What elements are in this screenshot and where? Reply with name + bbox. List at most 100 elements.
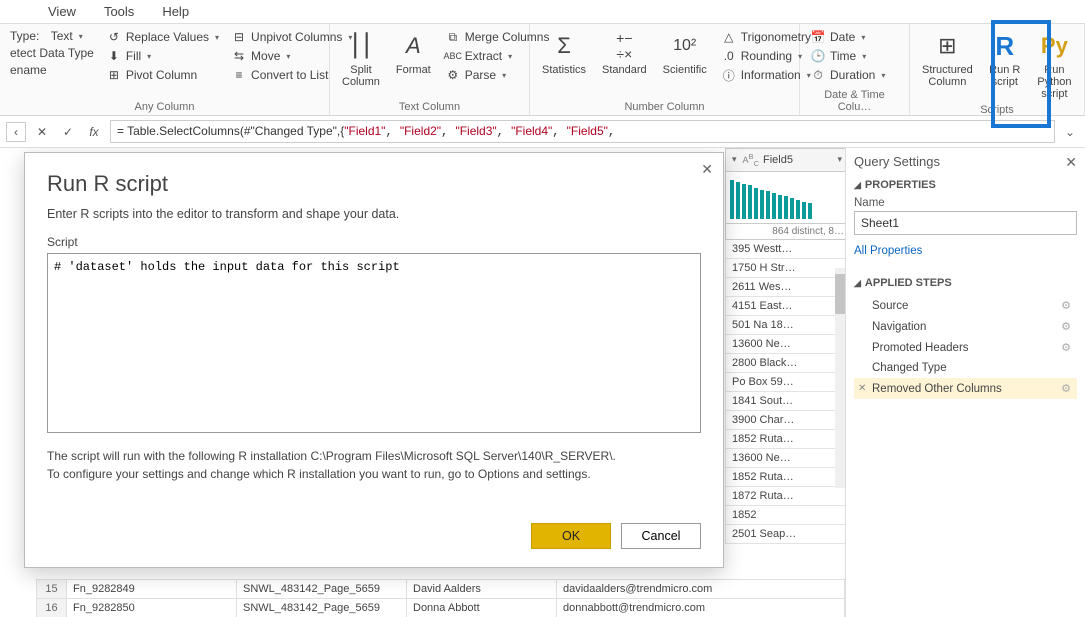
vertical-scrollbar[interactable] [835, 268, 845, 488]
cell[interactable]: 2611 Wes… [725, 278, 845, 297]
all-properties-link[interactable]: All Properties [854, 245, 922, 257]
applied-steps-header[interactable]: ◢APPLIED STEPS [854, 277, 1077, 289]
list-icon: ≡ [231, 67, 247, 83]
move-icon: ⇆ [231, 48, 247, 64]
time-button[interactable]: 🕒Time▾ [806, 47, 889, 65]
column-name: Field5 [763, 154, 793, 166]
structured-icon: ⊞ [931, 30, 963, 62]
properties-section-header[interactable]: ◢PROPERTIES [854, 179, 1077, 191]
ok-button[interactable]: OK [531, 523, 611, 549]
run-r-script-button[interactable]: RRun R script [983, 28, 1027, 102]
type-icon: ABC [743, 152, 759, 168]
cell[interactable]: 2800 Black… [725, 354, 845, 373]
table-row[interactable]: 16Fn_9282850SNWL_483142_Page_5659Donna A… [37, 599, 845, 617]
dialog-info: The script will run with the following R… [47, 447, 701, 483]
replace-icon: ↺ [106, 29, 122, 45]
close-dialog-button[interactable]: ✕ [701, 161, 713, 178]
cell[interactable]: 1872 Ruta… [725, 487, 845, 506]
formula-input[interactable]: = Table.SelectColumns(#"Changed Type",{"… [110, 120, 1055, 143]
duration-icon: ⏱ [810, 67, 826, 83]
rename-button[interactable]: ename [6, 62, 98, 78]
ribbon-group-scripts: ⊞Structured Column RRun R script PyRun P… [910, 24, 1085, 115]
name-label: Name [854, 197, 1077, 209]
caret-icon: ◢ [854, 278, 861, 289]
column-header[interactable]: ▾ ABC Field5 ▾ [725, 148, 845, 172]
cell[interactable]: 2501 Seap… [725, 525, 845, 544]
applied-steps-list: Source⚙Navigation⚙Promoted Headers⚙Chang… [854, 295, 1077, 399]
ribbon-group-label: Date & Time Colu… [806, 87, 903, 113]
duration-button[interactable]: ⏱Duration▾ [806, 66, 889, 84]
scientific-button[interactable]: 10²Scientific [657, 28, 713, 99]
ribbon-group-label: Scripts [916, 102, 1078, 116]
panel-title: Query Settings [854, 154, 1077, 169]
menu-view[interactable]: View [48, 4, 76, 19]
r-icon: R [989, 30, 1021, 62]
query-name-input[interactable] [854, 211, 1077, 235]
replace-values-button[interactable]: ↺Replace Values▾ [102, 28, 223, 46]
accept-formula-button[interactable]: ✓ [58, 122, 78, 142]
menu-bar: View Tools Help [0, 0, 1085, 24]
fill-button[interactable]: ⬇Fill▾ [102, 47, 223, 65]
ribbon-group-label: Number Column [536, 99, 793, 113]
column-filter-icon[interactable]: ▾ [732, 154, 737, 165]
applied-step[interactable]: Changed Type [854, 358, 1077, 378]
standard-icon: +−÷× [608, 30, 640, 62]
run-python-script-button[interactable]: PyRun Python script [1031, 28, 1078, 102]
detect-data-type-button[interactable]: etect Data Type [6, 45, 98, 61]
menu-tools[interactable]: Tools [104, 4, 134, 19]
close-panel-button[interactable]: ✕ [1065, 154, 1077, 171]
info-icon: ⓘ [721, 67, 737, 83]
cell[interactable]: 1852 Ruta… [725, 430, 845, 449]
applied-step[interactable]: Navigation⚙ [854, 316, 1077, 337]
applied-step[interactable]: Removed Other Columns⚙ [854, 378, 1077, 399]
data-grid: 15Fn_9282849SNWL_483142_Page_5659David A… [36, 579, 845, 617]
gear-icon[interactable]: ⚙ [1061, 320, 1071, 333]
pivot-column-button[interactable]: ⊞Pivot Column [102, 66, 223, 84]
cell[interactable]: 4151 East… [725, 297, 845, 316]
fx-button[interactable]: fx [84, 122, 104, 142]
column-sort-icon[interactable]: ▾ [837, 154, 842, 165]
table-row[interactable]: 15Fn_9282849SNWL_483142_Page_5659David A… [37, 580, 845, 599]
cell[interactable]: 501 Na 18… [725, 316, 845, 335]
gear-icon[interactable]: ⚙ [1061, 341, 1071, 354]
script-textarea[interactable] [47, 253, 701, 433]
data-type-button[interactable]: Type: Text▾ [6, 28, 98, 44]
statistics-button[interactable]: ΣStatistics [536, 28, 592, 99]
standard-button[interactable]: +−÷×Standard [596, 28, 653, 99]
cell[interactable]: 1841 Sout… [725, 392, 845, 411]
expand-formula-button[interactable]: ⌄ [1061, 125, 1079, 139]
cell[interactable]: 1852 [725, 506, 845, 525]
ribbon-group-label: Text Column [336, 99, 523, 113]
ribbon-group-label: Any Column [6, 99, 323, 113]
split-column-button[interactable]: ⎮⎮ Split Column [336, 28, 386, 99]
split-icon: ⎮⎮ [345, 30, 377, 62]
cell[interactable]: Po Box 59… [725, 373, 845, 392]
ribbon-group-number-column: ΣStatistics +−÷×Standard 10²Scientific △… [530, 24, 800, 115]
cell[interactable]: 395 Westt… [725, 240, 845, 259]
cell[interactable]: 13600 Ne… [725, 449, 845, 468]
query-settings-panel: ✕ Query Settings ◢PROPERTIES Name All Pr… [845, 148, 1085, 617]
distinct-count: 864 distinct, 8… [725, 224, 845, 240]
gear-icon[interactable]: ⚙ [1061, 382, 1071, 395]
cell[interactable]: 13600 Ne… [725, 335, 845, 354]
column-profile-chart [725, 172, 845, 224]
applied-step[interactable]: Promoted Headers⚙ [854, 337, 1077, 358]
cell[interactable]: 3900 Char… [725, 411, 845, 430]
cancel-button[interactable]: Cancel [621, 523, 701, 549]
calendar-icon: 📅 [810, 29, 826, 45]
data-preview-column: ▾ ABC Field5 ▾ 864 distinct, 8… 395 West… [725, 148, 845, 544]
parse-icon: ⚙ [445, 67, 461, 83]
cancel-formula-button[interactable]: ✕ [32, 122, 52, 142]
cell[interactable]: 1852 Ruta… [725, 468, 845, 487]
structured-column-button[interactable]: ⊞Structured Column [916, 28, 979, 102]
applied-step[interactable]: Source⚙ [854, 295, 1077, 316]
format-button[interactable]: A Format [390, 28, 437, 99]
cell[interactable]: 1750 H Str… [725, 259, 845, 278]
collapse-navigator-button[interactable]: ‹ [6, 122, 26, 142]
date-button[interactable]: 📅Date▾ [806, 28, 889, 46]
gear-icon[interactable]: ⚙ [1061, 299, 1071, 312]
menu-help[interactable]: Help [162, 4, 189, 19]
unpivot-icon: ⊟ [231, 29, 247, 45]
ribbon-group-any-column: Type: Text▾ etect Data Type ename ↺Repla… [0, 24, 330, 115]
fill-icon: ⬇ [106, 48, 122, 64]
